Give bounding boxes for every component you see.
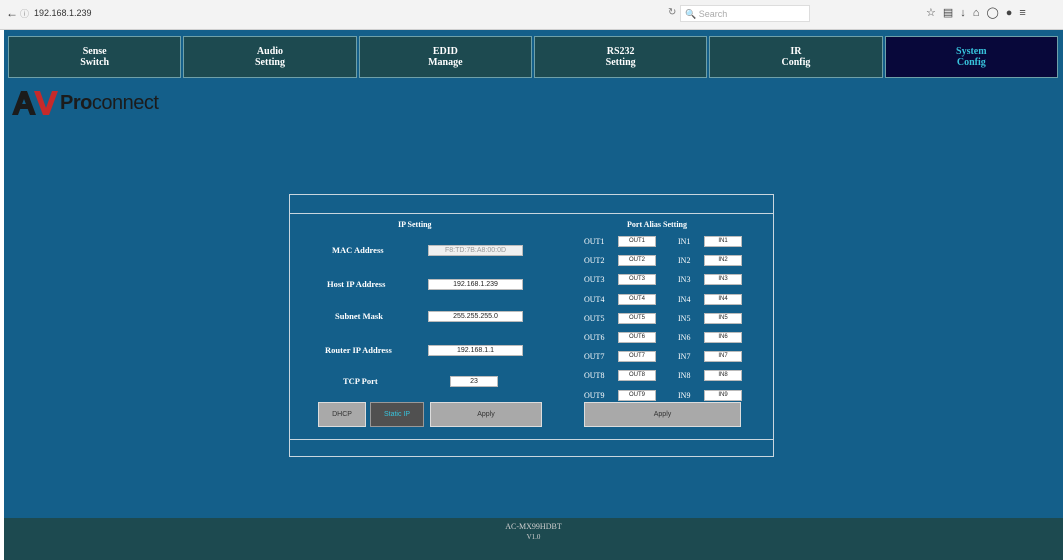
location-icon[interactable]: ● [1006, 7, 1020, 19]
tab-edid-manage[interactable]: EDID Manage [358, 36, 532, 78]
in-alias-field[interactable]: IN6 [704, 332, 742, 343]
in-port-label: IN2 [678, 256, 691, 266]
static-ip-button[interactable]: Static IP [370, 402, 424, 427]
out-port-label: OUT4 [584, 294, 605, 304]
in-alias-field[interactable]: IN3 [704, 274, 742, 286]
mac-address-field: F8:TD:7B:A8:00:0D [428, 245, 523, 256]
out-alias-field[interactable]: OUT8 [618, 370, 656, 382]
info-icon[interactable]: ⓘ [20, 7, 29, 20]
out-port-label: OUT5 [584, 313, 605, 323]
router-ip-field[interactable]: 192.168.1.1 [428, 345, 523, 356]
logo-connect-text: connect [91, 91, 159, 114]
divider [290, 213, 773, 214]
tab-audio-setting[interactable]: Audio Setting [183, 36, 357, 78]
tab-label: Config [956, 57, 986, 68]
ip-apply-button[interactable]: Apply [430, 402, 542, 427]
in-alias-field[interactable]: IN5 [704, 312, 742, 324]
router-ip-label: Router IP Address [325, 345, 392, 355]
out-alias-field[interactable]: OUT7 [618, 351, 656, 363]
tcp-port-label: TCP Port [343, 376, 378, 386]
in-alias-field[interactable]: IN1 [704, 236, 742, 247]
in-port-label: IN8 [678, 371, 691, 381]
in-port-label: IN1 [678, 237, 691, 246]
home-icon[interactable]: ⌂ [973, 7, 987, 19]
tab-label: Manage [428, 57, 463, 68]
dhcp-button[interactable]: DHCP [318, 402, 366, 427]
tab-label: EDID [432, 46, 458, 57]
toolbar-icons[interactable]: ☆▤↓⌂◯●≡ [926, 6, 1033, 19]
browser-toolbar: ← ⓘ 192.168.1.239 ↻ 🔍 Search ☆▤↓⌂◯●≡ [0, 0, 1063, 30]
out-alias-field[interactable]: OUT5 [618, 312, 656, 324]
in-alias-field[interactable]: IN7 [704, 351, 742, 363]
tab-label: RS232 [606, 46, 635, 57]
tab-label: Setting [605, 57, 636, 68]
out-port-label: OUT9 [584, 390, 605, 400]
back-arrow-icon[interactable]: ← [6, 6, 18, 20]
in-port-label: IN7 [678, 352, 691, 362]
out-port-label: OUT7 [584, 352, 605, 362]
page: Sense Switch Audio Setting EDID Manage RS23… [4, 30, 1063, 560]
in-alias-field[interactable]: IN9 [704, 389, 742, 401]
firmware-version: V1.0 [526, 533, 541, 541]
av-logo-mark-icon [12, 91, 58, 115]
tab-label: System [956, 46, 987, 57]
host-ip-label: Host IP Address [327, 279, 386, 289]
in-alias-field[interactable]: IN2 [704, 255, 742, 267]
bookmark-star-icon[interactable]: ☆ [926, 7, 943, 19]
in-port-label: IN9 [678, 390, 691, 400]
tab-rs232-setting[interactable]: RS232 Setting [533, 36, 708, 78]
search-placeholder: Search [698, 9, 728, 19]
model-name: AC-MX99HDBT [505, 522, 562, 531]
tab-ir-config[interactable]: IR Config [709, 36, 883, 78]
mac-address-label: MAC Address [332, 245, 384, 255]
alias-apply-button[interactable]: Apply [584, 402, 741, 427]
out-port-label: OUT3 [584, 275, 605, 285]
address-bar[interactable]: 192.168.1.239 [34, 8, 92, 18]
reading-list-icon[interactable]: ▤ [943, 7, 960, 19]
search-input[interactable]: 🔍 Search [680, 5, 810, 22]
out-port-label: OUT6 [584, 333, 605, 342]
subnet-mask-label: Subnet Mask [335, 311, 383, 321]
download-icon[interactable]: ↓ [960, 7, 973, 19]
main-tabs: Sense Switch Audio Setting EDID Manage RS23… [8, 36, 1058, 78]
in-port-label: IN5 [678, 313, 691, 323]
port-alias-title: Port Alias Setting [627, 220, 687, 229]
footer: AC-MX99HDBT V1.0 [4, 518, 1063, 560]
divider [290, 439, 773, 440]
tab-label: IR [790, 46, 802, 57]
settings-panel: IP Setting MAC Address F8:TD:7B:A8:00:0D… [289, 194, 774, 457]
out-port-label: OUT8 [584, 371, 605, 381]
out-alias-field[interactable]: OUT2 [618, 255, 656, 267]
pocket-icon[interactable]: ◯ [986, 7, 1005, 19]
tab-label: Config [781, 57, 811, 68]
in-alias-field[interactable]: IN8 [704, 370, 742, 382]
menu-icon[interactable]: ≡ [1019, 7, 1032, 19]
out-alias-field[interactable]: OUT3 [618, 274, 656, 286]
tab-system-config[interactable]: System Config [884, 36, 1058, 78]
out-alias-field[interactable]: OUT6 [618, 332, 656, 343]
out-port-label: OUT1 [584, 237, 605, 246]
ip-setting-title: IP Setting [398, 220, 432, 229]
out-alias-field[interactable]: OUT1 [618, 236, 656, 247]
tab-label: Sense [82, 46, 107, 57]
in-port-label: IN4 [678, 294, 691, 304]
out-port-label: OUT2 [584, 256, 605, 266]
host-ip-field[interactable]: 192.168.1.239 [428, 279, 523, 290]
logo-wordmark: Proconnect [60, 91, 159, 115]
subnet-mask-field[interactable]: 255.255.255.0 [428, 311, 523, 322]
tab-label: Audio [256, 46, 284, 57]
in-port-label: IN6 [678, 333, 691, 342]
in-alias-field[interactable]: IN4 [704, 293, 742, 305]
tab-label: Switch [80, 57, 110, 68]
in-port-label: IN3 [678, 275, 691, 285]
reload-icon[interactable]: ↻ [668, 7, 676, 18]
out-alias-field[interactable]: OUT4 [618, 293, 656, 305]
avproconnect-logo: Proconnect [12, 86, 159, 120]
tab-sense-switch[interactable]: Sense Switch [8, 36, 182, 78]
tab-label: Setting [254, 57, 285, 68]
tcp-port-field[interactable]: 23 [450, 376, 498, 387]
out-alias-field[interactable]: OUT9 [618, 389, 656, 401]
logo-pro-text: Pro [60, 91, 92, 114]
